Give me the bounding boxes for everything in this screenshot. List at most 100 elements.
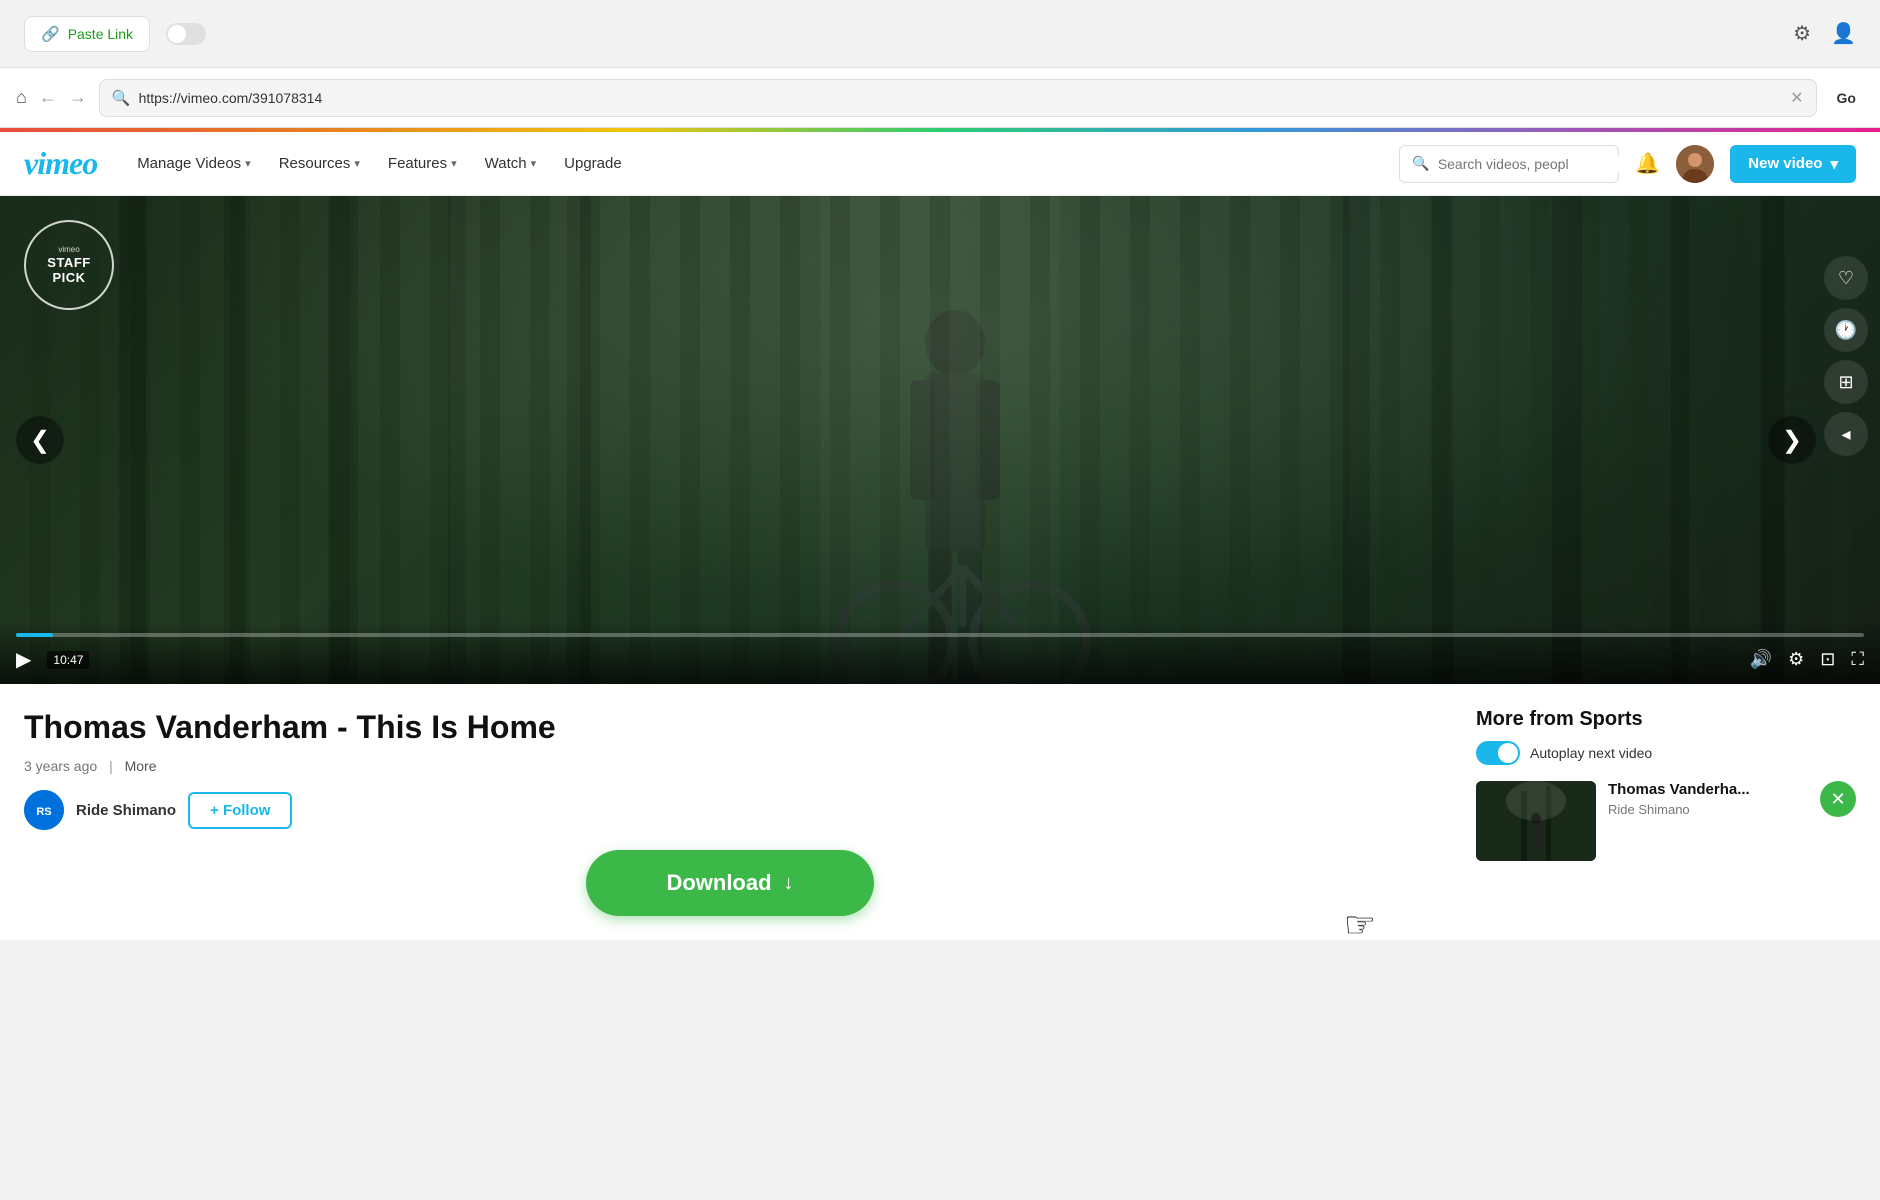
more-from-sports: More from Sports Autoplay next video: [1476, 708, 1856, 916]
download-icon: ↓: [784, 872, 794, 895]
vimeo-nav: vimeo Manage Videos ▾ Resources ▾ Featur…: [0, 132, 1880, 196]
download-button[interactable]: Download ↓: [586, 850, 873, 916]
back-icon[interactable]: ←: [39, 87, 57, 108]
nav-search-input[interactable]: [1438, 156, 1619, 172]
captions-button[interactable]: ⊡: [1820, 649, 1835, 670]
video-background: vimeo STAFFPICK ♡ 🕐 ⊞ ◂ ❮ ❯: [0, 196, 1880, 684]
nav-links: Manage Videos ▾ Resources ▾ Features ▾ W…: [125, 147, 634, 180]
meta-dot: |: [109, 758, 117, 774]
clock-icon: 🕐: [1835, 320, 1857, 341]
close-icon: ✕: [1830, 789, 1845, 810]
video-meta: 3 years ago | More: [24, 758, 1436, 774]
video-age: 3 years ago: [24, 758, 97, 774]
volume-button[interactable]: 🔊: [1750, 649, 1772, 670]
nav-right: 🔍 🔔 New video ▾: [1399, 145, 1856, 183]
paste-link-label: Paste Link: [68, 26, 133, 42]
profile-icon-button[interactable]: 👤: [1831, 21, 1856, 46]
new-video-button[interactable]: New video ▾: [1730, 145, 1856, 183]
upgrade-label: Upgrade: [564, 155, 622, 172]
next-video-card: Thomas Vanderha... Ride Shimano ✕: [1476, 781, 1856, 861]
upgrade-nav[interactable]: Upgrade: [552, 147, 634, 180]
manage-videos-label: Manage Videos: [137, 155, 241, 172]
progress-bar[interactable]: [16, 633, 1864, 637]
url-input[interactable]: [139, 90, 1783, 106]
cursor-hand: ☞: [1344, 904, 1376, 946]
channel-row: RS Ride Shimano + Follow: [24, 790, 1436, 830]
download-section: Download ↓ ☞: [24, 850, 1436, 916]
more-title: More from Sports: [1476, 708, 1856, 731]
fullscreen-button[interactable]: ⛶: [1851, 649, 1864, 670]
next-video-button[interactable]: ❯: [1768, 416, 1816, 464]
watch-chevron: ▾: [531, 157, 537, 170]
next-video-channel: Ride Shimano: [1608, 802, 1808, 817]
captions-icon: ⊡: [1820, 649, 1835, 669]
controls-right: 🔊 ⚙ ⊡ ⛶: [1750, 649, 1864, 670]
play-button[interactable]: ▶: [16, 647, 31, 672]
link-icon: 🔗: [41, 25, 60, 43]
new-video-label: New video: [1748, 155, 1822, 172]
staff-pick-badge: vimeo STAFFPICK: [24, 220, 114, 310]
notification-bell[interactable]: 🔔: [1635, 151, 1660, 176]
staff-pick-text: STAFFPICK: [47, 256, 90, 285]
autoplay-toggle[interactable]: [1476, 741, 1520, 765]
close-button[interactable]: ✕: [1820, 781, 1856, 817]
toggle-button[interactable]: [166, 23, 206, 45]
video-player[interactable]: vimeo STAFFPICK ♡ 🕐 ⊞ ◂ ❮ ❯: [0, 196, 1880, 684]
go-button[interactable]: Go: [1829, 90, 1864, 106]
watch-label: Watch: [485, 155, 527, 172]
svg-text:RS: RS: [36, 806, 51, 818]
url-clear-icon[interactable]: ✕: [1790, 88, 1803, 108]
features-label: Features: [388, 155, 447, 172]
features-chevron: ▾: [451, 157, 457, 170]
volume-icon: 🔊: [1750, 649, 1772, 669]
staff-pick-vimeo: vimeo: [58, 245, 79, 254]
settings-icon-button[interactable]: ⚙: [1793, 21, 1811, 46]
resources-nav[interactable]: Resources ▾: [267, 147, 372, 180]
watch-later-button[interactable]: 🕐: [1824, 308, 1868, 352]
play-icon: ▶: [16, 649, 31, 671]
next-video-info: Thomas Vanderha... Ride Shimano: [1608, 781, 1808, 817]
manage-videos-nav[interactable]: Manage Videos ▾: [125, 147, 263, 180]
next-video-title[interactable]: Thomas Vanderha...: [1608, 781, 1808, 798]
follow-button[interactable]: + Follow: [188, 792, 292, 829]
video-info: Thomas Vanderham - This Is Home 3 years …: [24, 708, 1436, 916]
top-bar-right: ⚙ 👤: [1793, 21, 1856, 46]
paste-link-button[interactable]: 🔗 Paste Link: [24, 16, 150, 52]
prev-video-button[interactable]: ❮: [16, 416, 64, 464]
collections-button[interactable]: ⊞: [1824, 360, 1868, 404]
search-icon: 🔍: [112, 89, 131, 107]
share-icon: ◂: [1841, 424, 1850, 445]
url-bar: 🔍 ✕: [99, 79, 1817, 117]
forward-icon[interactable]: →: [69, 87, 87, 108]
autoplay-row: Autoplay next video: [1476, 741, 1856, 765]
video-settings-button[interactable]: ⚙: [1788, 649, 1804, 670]
share-button[interactable]: ◂: [1824, 412, 1868, 456]
resources-label: Resources: [279, 155, 351, 172]
home-icon[interactable]: ⌂: [16, 87, 27, 108]
time-badge: 10:47: [47, 651, 89, 669]
search-box[interactable]: 🔍: [1399, 145, 1619, 183]
user-avatar[interactable]: [1676, 145, 1714, 183]
autoplay-label: Autoplay next video: [1530, 745, 1652, 761]
vimeo-logo: vimeo: [24, 145, 97, 182]
like-button[interactable]: ♡: [1824, 256, 1868, 300]
video-settings-icon: ⚙: [1788, 649, 1804, 669]
new-video-chevron: ▾: [1830, 155, 1838, 173]
settings-icon: ⚙: [1793, 23, 1811, 45]
features-nav[interactable]: Features ▾: [376, 147, 469, 180]
watch-nav[interactable]: Watch ▾: [473, 147, 548, 180]
below-video: Thomas Vanderham - This Is Home 3 years …: [0, 684, 1880, 940]
video-controls: ▶ 10:47 🔊 ⚙ ⊡ ⛶: [0, 621, 1880, 684]
profile-icon: 👤: [1831, 23, 1856, 45]
layers-icon: ⊞: [1838, 372, 1853, 393]
video-more-link[interactable]: More: [125, 758, 157, 774]
nav-search-icon: 🔍: [1412, 155, 1429, 172]
manage-videos-chevron: ▾: [245, 157, 251, 170]
next-icon: ❯: [1782, 426, 1802, 455]
next-video-thumbnail[interactable]: [1476, 781, 1596, 861]
prev-icon: ❮: [30, 426, 50, 455]
heart-icon: ♡: [1838, 268, 1854, 289]
controls-row: ▶ 10:47 🔊 ⚙ ⊡ ⛶: [16, 647, 1864, 672]
channel-name: Ride Shimano: [76, 802, 176, 819]
download-label: Download: [666, 870, 771, 896]
